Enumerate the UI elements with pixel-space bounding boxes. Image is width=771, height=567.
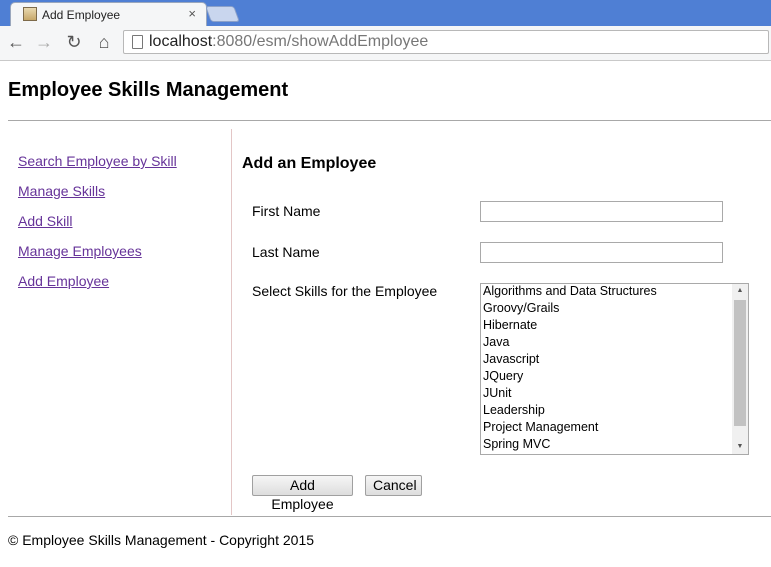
skill-option[interactable]: Javascript <box>483 352 539 366</box>
skill-option[interactable]: Algorithms and Data Structures <box>483 284 657 298</box>
url-path: :8080/esm/showAddEmployee <box>212 33 429 50</box>
scroll-up-arrow-icon[interactable]: ▲ <box>732 284 748 298</box>
skills-multiselect[interactable]: Algorithms and Data Structures Groovy/Gr… <box>480 283 749 455</box>
url-text[interactable]: localhost:8080/esm/showAddEmployee <box>149 33 428 51</box>
last-name-label: Last Name <box>252 244 320 260</box>
sidebar-item-add-skill[interactable]: Add Skill <box>18 212 177 242</box>
browser-toolbar: ← → ↻ ⌂ localhost:8080/esm/showAddEmploy… <box>0 26 771 61</box>
skills-label: Select Skills for the Employee <box>252 283 438 299</box>
page-icon <box>132 35 143 49</box>
first-name-field[interactable] <box>480 201 723 222</box>
url-host: localhost <box>149 33 213 50</box>
sidebar-item-manage-employees[interactable]: Manage Employees <box>18 242 177 272</box>
address-bar[interactable]: localhost:8080/esm/showAddEmployee <box>123 30 769 54</box>
browser-tab[interactable]: Add Employee × <box>10 2 207 27</box>
first-name-label: First Name <box>252 203 321 219</box>
tab-title: Add Employee <box>42 8 121 22</box>
skill-option[interactable]: Spring MVC <box>483 437 550 451</box>
sidebar-divider <box>231 129 232 515</box>
site-title: Employee Skills Management <box>8 79 289 101</box>
cancel-button[interactable]: Cancel <box>365 475 422 496</box>
skill-option[interactable]: JQuery <box>483 369 523 383</box>
add-employee-button[interactable]: Add Employee <box>252 475 353 512</box>
skill-option[interactable]: Groovy/Grails <box>483 301 559 315</box>
sidebar-item-manage-skills[interactable]: Manage Skills <box>18 182 177 212</box>
back-arrow-icon[interactable]: ← <box>6 32 26 52</box>
scrollbar-thumb[interactable] <box>734 300 746 426</box>
reload-icon[interactable]: ↻ <box>64 32 84 52</box>
skill-option[interactable]: Leadership <box>483 403 545 417</box>
listbox-scrollbar[interactable]: ▲ ▼ <box>732 284 748 454</box>
new-tab-button[interactable] <box>205 6 240 22</box>
header-divider <box>8 120 771 121</box>
skill-option[interactable]: Project Management <box>483 420 598 434</box>
close-tab-icon[interactable]: × <box>188 7 196 21</box>
skill-option[interactable]: JUnit <box>483 386 511 400</box>
skill-option[interactable]: Java <box>483 335 509 349</box>
skill-option[interactable]: Hibernate <box>483 318 537 332</box>
footer-copyright: © Employee Skills Management - Copyright… <box>8 532 315 548</box>
footer-divider <box>8 516 771 517</box>
sidebar-item-add-employee[interactable]: Add Employee <box>18 272 177 302</box>
home-icon[interactable]: ⌂ <box>94 32 114 52</box>
form-title: Add an Employee <box>242 155 377 172</box>
sidebar-nav: Search Employee by Skill Manage Skills A… <box>18 152 177 302</box>
forward-arrow-icon[interactable]: → <box>34 32 54 52</box>
browser-tabstrip: Add Employee × <box>0 0 771 27</box>
sidebar-item-search-employee-by-skill[interactable]: Search Employee by Skill <box>18 152 177 182</box>
scroll-down-arrow-icon[interactable]: ▼ <box>732 440 748 454</box>
last-name-field[interactable] <box>480 242 723 263</box>
page-favicon-icon <box>23 7 37 21</box>
